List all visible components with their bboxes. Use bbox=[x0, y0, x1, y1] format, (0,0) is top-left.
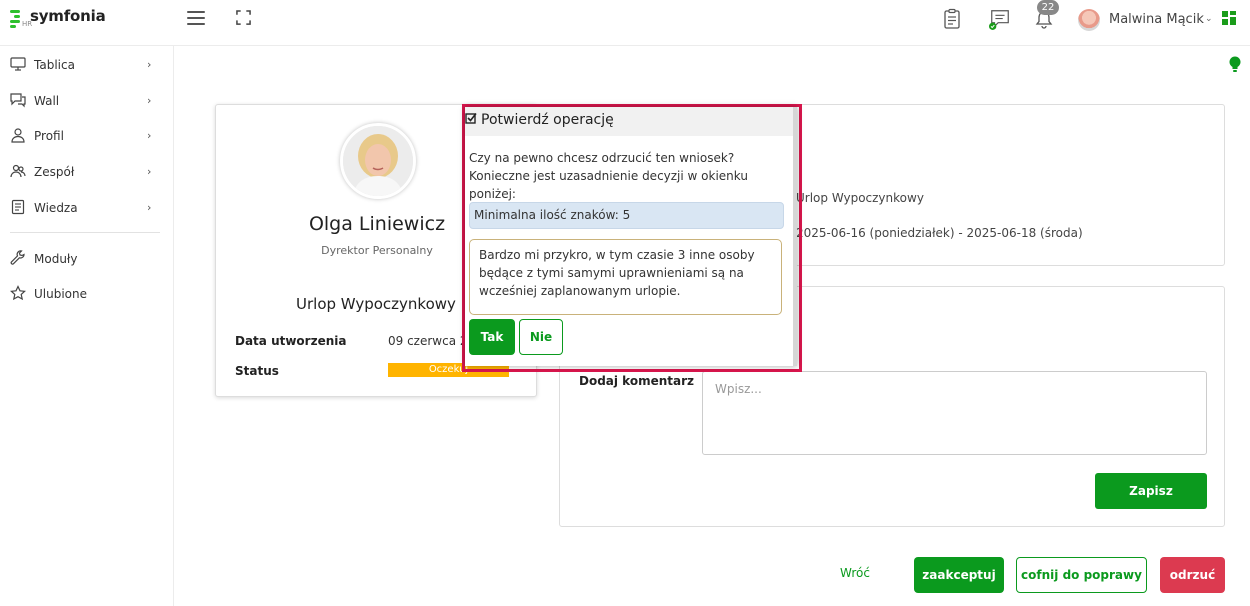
confirm-no-button[interactable]: Nie bbox=[519, 319, 563, 355]
dialog-header: Potwierdź operację bbox=[465, 107, 793, 136]
chevron-right-icon: › bbox=[147, 129, 152, 142]
sidebar-item-label: Tablica bbox=[34, 58, 75, 72]
request-type: Urlop Wypoczynkowy bbox=[296, 295, 456, 313]
lightbulb-icon[interactable] bbox=[1229, 56, 1241, 73]
chat-icon[interactable] bbox=[989, 8, 1011, 30]
sidebar: Tablica › Wall › Profil › Zespół › Wiedz… bbox=[0, 46, 174, 606]
sidebar-item-label: Zespół bbox=[34, 165, 75, 179]
chat-bubbles-icon bbox=[10, 93, 26, 108]
comment-label: Dodaj komentarz bbox=[579, 374, 695, 388]
logo-subtitle: HR bbox=[22, 20, 33, 28]
chevron-right-icon: › bbox=[147, 94, 152, 107]
dialog-message-line-1: Czy na pewno chcesz odrzucić ten wniosek… bbox=[469, 151, 735, 165]
document-icon bbox=[11, 199, 25, 215]
chevron-down-icon[interactable]: ⌄ bbox=[1205, 14, 1213, 24]
sidebar-item-wall[interactable]: Wall › bbox=[0, 85, 174, 115]
profile-photo bbox=[340, 123, 416, 199]
user-name[interactable]: Malwina Mącik bbox=[1109, 12, 1204, 27]
sidebar-item-ulubione[interactable]: Ulubione bbox=[0, 278, 174, 308]
wrench-icon bbox=[10, 250, 25, 265]
chevron-right-icon: › bbox=[147, 165, 152, 178]
sidebar-item-moduly[interactable]: Moduły bbox=[0, 243, 174, 273]
person-icon bbox=[11, 128, 25, 143]
chevron-right-icon: › bbox=[147, 201, 152, 214]
top-bar: symfonia HR 22 Malwina Mącik ⌄ bbox=[0, 0, 1250, 46]
dialog-title: Potwierdź operację bbox=[481, 112, 614, 128]
confirm-dialog: Potwierdź operację Czy na pewno chcesz o… bbox=[465, 107, 797, 366]
details-date-range: 2025-06-16 (poniedziałek) - 2025-06-18 (… bbox=[796, 226, 1083, 240]
sidebar-item-wiedza[interactable]: Wiedza › bbox=[0, 192, 174, 222]
sidebar-item-zespol[interactable]: Zespół › bbox=[0, 156, 174, 186]
clipboard-icon[interactable] bbox=[941, 8, 963, 30]
back-button[interactable]: Wróć bbox=[840, 566, 870, 580]
min-length-hint: Minimalna ilość znaków: 5 bbox=[469, 202, 784, 229]
sidebar-item-label: Wiedza bbox=[34, 201, 78, 215]
fullscreen-icon[interactable] bbox=[236, 10, 251, 25]
dialog-message-line-2: Konieczne jest uzasadnienie decyzji w ok… bbox=[469, 169, 748, 201]
checkbox-checked-icon bbox=[465, 113, 477, 124]
sidebar-item-label: Wall bbox=[34, 94, 60, 108]
sidebar-item-label: Ulubione bbox=[34, 287, 88, 301]
logo-text: symfonia bbox=[30, 7, 106, 25]
monitor-icon bbox=[10, 57, 26, 71]
save-comment-button[interactable]: Zapisz bbox=[1095, 473, 1207, 509]
menu-icon[interactable] bbox=[187, 11, 205, 25]
comment-input[interactable] bbox=[702, 371, 1207, 455]
sidebar-divider bbox=[10, 232, 160, 233]
apps-grid-icon[interactable] bbox=[1222, 11, 1236, 25]
team-icon bbox=[10, 164, 26, 178]
reject-button[interactable]: odrzuć bbox=[1160, 557, 1225, 593]
sidebar-item-label: Moduły bbox=[34, 252, 78, 266]
accept-button[interactable]: zaakceptuj bbox=[914, 557, 1004, 593]
return-for-correction-button[interactable]: cofnij do poprawy bbox=[1016, 557, 1147, 593]
sidebar-item-tablica[interactable]: Tablica › bbox=[0, 49, 174, 79]
user-avatar[interactable] bbox=[1078, 9, 1100, 31]
created-date-value: 09 czerwca 2 bbox=[388, 334, 466, 348]
notification-count-badge: 22 bbox=[1037, 0, 1059, 15]
sidebar-item-profil[interactable]: Profil › bbox=[0, 120, 174, 150]
dialog-message: Czy na pewno chcesz odrzucić ten wniosek… bbox=[469, 149, 789, 203]
chevron-right-icon: › bbox=[147, 58, 152, 71]
details-request-type: Urlop Wypoczynkowy bbox=[796, 191, 924, 205]
justification-textarea[interactable]: Bardzo mi przykro, w tym czasie 3 inne o… bbox=[469, 239, 782, 315]
star-icon bbox=[10, 285, 26, 301]
sidebar-item-label: Profil bbox=[34, 129, 64, 143]
created-date-label: Data utworzenia bbox=[235, 334, 347, 348]
status-label: Status bbox=[235, 364, 279, 378]
confirm-yes-button[interactable]: Tak bbox=[469, 319, 515, 355]
